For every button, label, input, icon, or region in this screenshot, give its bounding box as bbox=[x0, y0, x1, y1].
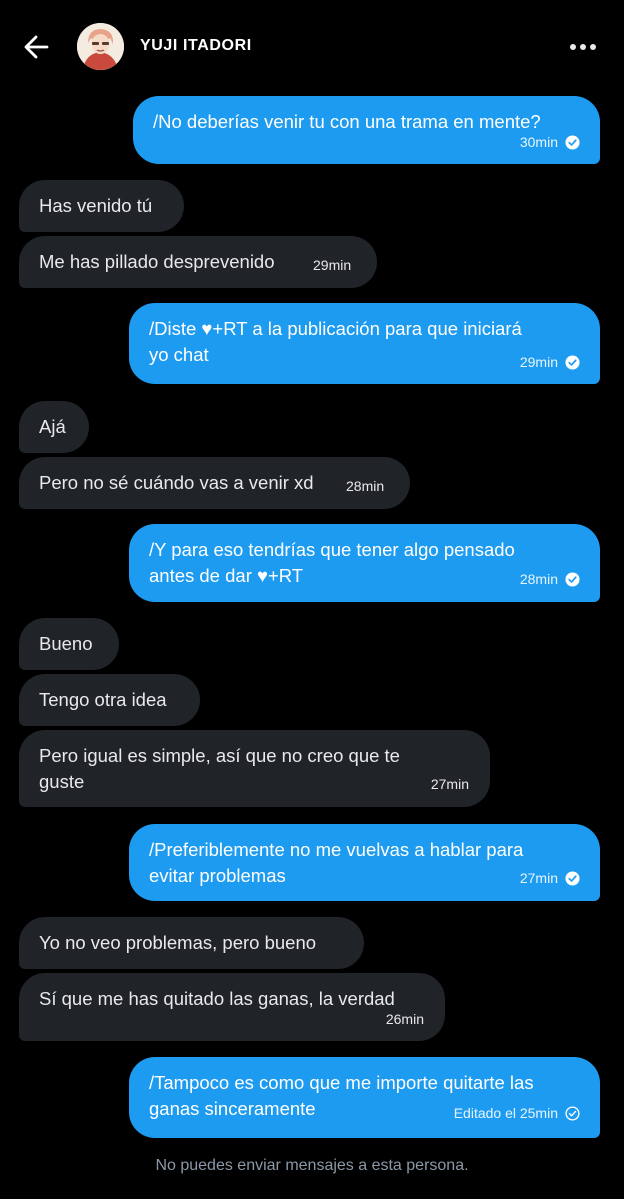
message-received[interactable]: Yo no veo problemas, pero bueno bbox=[19, 917, 364, 969]
message-received[interactable]: Ajá bbox=[19, 401, 89, 453]
message-text: Has venido tú bbox=[39, 195, 153, 216]
message-received[interactable]: Me has pillado desprevenido 29min bbox=[19, 236, 377, 288]
message-sent[interactable]: /Y para eso tendrías que tener algo pens… bbox=[129, 524, 600, 602]
message-received[interactable]: Bueno bbox=[19, 618, 119, 670]
message-time: 29min bbox=[519, 354, 558, 370]
message-text-line: guste bbox=[39, 771, 85, 792]
arrow-left-icon bbox=[24, 35, 49, 59]
message-text-line: antes de dar ♥+RT bbox=[149, 565, 304, 586]
contact-name[interactable]: YUJI ITADORI bbox=[140, 37, 252, 55]
message-time: 26min bbox=[385, 1011, 424, 1027]
avatar[interactable] bbox=[77, 23, 124, 70]
more-options-button[interactable] bbox=[564, 37, 602, 57]
message-text: Me has pillado desprevenido bbox=[39, 251, 275, 272]
message-text: Sí que me has quitado las ganas, la verd… bbox=[39, 988, 395, 1009]
read-check-icon bbox=[565, 135, 580, 150]
read-check-icon bbox=[565, 572, 580, 587]
message-time: 28min bbox=[519, 571, 558, 587]
read-check-icon bbox=[565, 355, 580, 370]
message-text: Bueno bbox=[39, 633, 93, 654]
message-time: 28min bbox=[346, 478, 385, 494]
message-text-line: /Preferiblemente no me vuelvas a hablar … bbox=[149, 839, 524, 860]
message-received[interactable]: Pero no sé cuándo vas a venir xd 28min bbox=[19, 457, 410, 509]
back-button[interactable] bbox=[18, 30, 54, 64]
message-time: 29min bbox=[313, 257, 352, 273]
message-text: Pero no sé cuándo vas a venir xd bbox=[39, 472, 314, 493]
message-received[interactable]: Pero igual es simple, así que no creo qu… bbox=[19, 730, 490, 807]
sent-check-icon bbox=[565, 1106, 580, 1121]
message-text: Ajá bbox=[39, 416, 66, 437]
cannot-message-notice: No puedes enviar mensajes a esta persona… bbox=[155, 1157, 469, 1174]
message-text-line: /Diste ♥+RT a la publicación para que in… bbox=[149, 318, 522, 339]
conversation-header: YUJI ITADORI bbox=[0, 0, 624, 96]
message-text: Yo no veo problemas, pero bueno bbox=[39, 932, 317, 953]
message-text-line: /Y para eso tendrías que tener algo pens… bbox=[149, 539, 515, 560]
message-sent[interactable]: /Preferiblemente no me vuelvas a hablar … bbox=[129, 824, 600, 901]
message-text-line: Pero igual es simple, así que no creo qu… bbox=[39, 745, 400, 766]
message-received[interactable]: Sí que me has quitado las ganas, la verd… bbox=[19, 973, 445, 1041]
message-time: 30min bbox=[519, 134, 558, 150]
message-text: /No deberías venir tu con una trama en m… bbox=[153, 111, 541, 132]
more-horizontal-icon bbox=[570, 44, 596, 50]
message-time: 27min bbox=[430, 776, 469, 792]
read-check-icon bbox=[565, 871, 580, 886]
message-sent[interactable]: /No deberías venir tu con una trama en m… bbox=[133, 96, 600, 164]
message-received[interactable]: Tengo otra idea bbox=[19, 674, 200, 726]
message-text-line: /Tampoco es como que me importe quitarte… bbox=[149, 1072, 534, 1093]
message-text: Tengo otra idea bbox=[39, 689, 167, 710]
message-time: 27min bbox=[519, 870, 558, 886]
message-edited-time: Editado el 25min bbox=[453, 1105, 558, 1121]
message-sent[interactable]: /Diste ♥+RT a la publicación para que in… bbox=[129, 303, 600, 384]
message-received[interactable]: Has venido tú bbox=[19, 180, 184, 232]
message-sent[interactable]: /Tampoco es como que me importe quitarte… bbox=[129, 1057, 600, 1138]
message-text-line: yo chat bbox=[149, 344, 209, 365]
message-text-line: evitar problemas bbox=[149, 865, 286, 886]
